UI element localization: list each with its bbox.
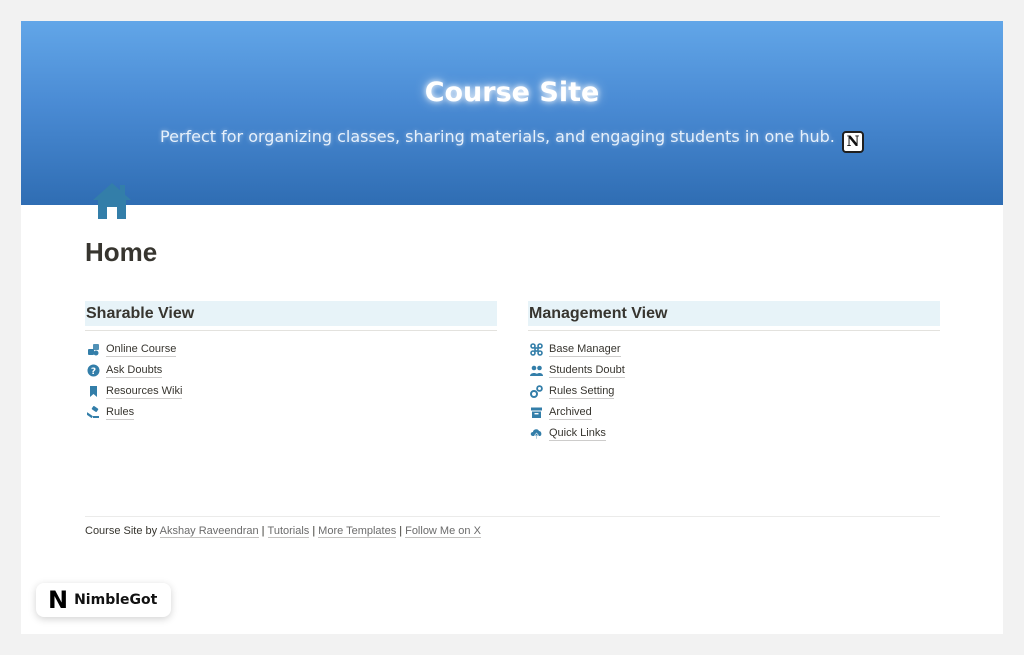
link-resources-wiki[interactable]: Resources Wiki bbox=[85, 381, 497, 402]
link-rules[interactable]: Rules bbox=[85, 402, 497, 423]
link-base-manager[interactable]: Base Manager bbox=[528, 339, 940, 360]
brand-badge: N NimbleGot bbox=[36, 583, 171, 617]
link-label[interactable]: Ask Doubts bbox=[106, 364, 163, 378]
link-label[interactable]: Resources Wiki bbox=[106, 385, 183, 399]
banner-subtitle-text: Perfect for organizing classes, sharing … bbox=[160, 127, 835, 146]
link-label[interactable]: Archived bbox=[549, 406, 592, 420]
svg-text:?: ? bbox=[91, 367, 96, 377]
archive-icon bbox=[530, 406, 543, 419]
link-list: Online Course ? Ask Doubts Resources Wik… bbox=[85, 339, 497, 423]
cover-banner: Course Site Perfect for organizing class… bbox=[21, 21, 1003, 205]
notion-logo-icon: N bbox=[841, 131, 864, 153]
banner-subtitle: Perfect for organizing classes, sharing … bbox=[21, 127, 1003, 153]
gears-icon bbox=[530, 385, 543, 398]
link-rules-setting[interactable]: Rules Setting bbox=[528, 381, 940, 402]
link-list: Base Manager Students Doubt Rules Settin… bbox=[528, 339, 940, 444]
link-ask-doubts[interactable]: ? Ask Doubts bbox=[85, 360, 497, 381]
sharable-view-section: Sharable View Online Course ? Ask Doubts… bbox=[85, 301, 497, 423]
brand-logo-icon: N bbox=[48, 586, 69, 614]
page-canvas: Course Site Perfect for organizing class… bbox=[21, 21, 1003, 634]
section-heading: Sharable View bbox=[85, 301, 497, 326]
footer-separator: | bbox=[261, 525, 265, 537]
question-icon: ? bbox=[87, 364, 100, 377]
link-students-doubt[interactable]: Students Doubt bbox=[528, 360, 940, 381]
footer-separator: | bbox=[312, 525, 316, 537]
link-label[interactable]: Online Course bbox=[106, 343, 177, 357]
gavel-icon bbox=[87, 406, 100, 419]
author-link[interactable]: Akshay Raveendran bbox=[159, 525, 259, 538]
footer-divider bbox=[85, 516, 940, 517]
link-quick-links[interactable]: Quick Links bbox=[528, 423, 940, 444]
course-icon bbox=[87, 343, 100, 356]
home-icon[interactable] bbox=[91, 181, 133, 221]
link-label[interactable]: Base Manager bbox=[549, 343, 621, 357]
footer-prefix: Course Site by bbox=[85, 525, 158, 537]
banner-title: Course Site bbox=[424, 77, 600, 108]
section-divider bbox=[85, 330, 497, 331]
tutorials-link[interactable]: Tutorials bbox=[267, 525, 310, 538]
command-icon bbox=[530, 343, 543, 356]
link-archived[interactable]: Archived bbox=[528, 402, 940, 423]
more-templates-link[interactable]: More Templates bbox=[318, 525, 397, 538]
section-divider bbox=[528, 330, 940, 331]
link-label[interactable]: Quick Links bbox=[549, 427, 606, 441]
link-label[interactable]: Rules Setting bbox=[549, 385, 615, 399]
footer: Course Site by Akshay Raveendran | Tutoria… bbox=[85, 525, 481, 538]
people-icon bbox=[530, 364, 543, 377]
link-online-course[interactable]: Online Course bbox=[85, 339, 497, 360]
section-heading: Management View bbox=[528, 301, 940, 326]
brand-name: NimbleGot bbox=[74, 592, 158, 608]
footer-separator: | bbox=[399, 525, 403, 537]
management-view-section: Management View Base Manager Students Do… bbox=[528, 301, 940, 444]
bookmark-icon bbox=[87, 385, 100, 398]
link-label[interactable]: Rules bbox=[106, 406, 135, 420]
follow-on-x-link[interactable]: Follow Me on X bbox=[405, 525, 481, 538]
cloud-upload-icon bbox=[530, 427, 543, 440]
page-title: Home bbox=[85, 237, 158, 267]
link-label[interactable]: Students Doubt bbox=[549, 364, 625, 378]
